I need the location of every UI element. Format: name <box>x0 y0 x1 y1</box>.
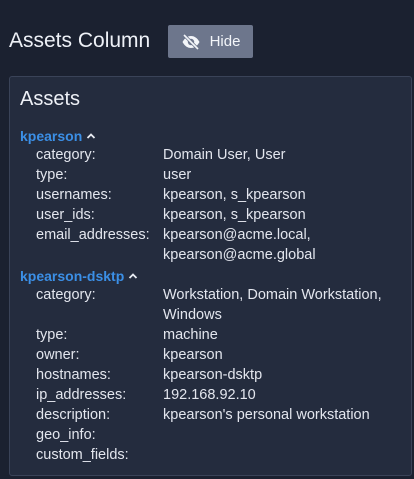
eye-slash-icon <box>181 33 201 50</box>
field-key: custom_fields: <box>36 447 129 463</box>
field-row-type: type: user <box>20 165 191 185</box>
field-row-type: type: machine <box>20 325 218 345</box>
field-key: usernames: <box>36 187 112 203</box>
field-value: user <box>163 167 192 183</box>
asset-kpearson: kpearson category: Domain User, User typ… <box>20 127 316 265</box>
field-row-hostnames: hostnames: kpearson-dsktp <box>20 365 262 385</box>
panel-title: Assets <box>20 88 81 110</box>
section-title: Assets Column <box>9 29 151 52</box>
field-value-line: kpearson@acme.global <box>163 247 316 263</box>
asset-kpearson-dsktp: kpearson-dsktp category: Workstation, Do… <box>20 267 382 465</box>
field-key: category: <box>36 147 96 163</box>
assets-panel: Assets kpearson category: Domain User, U… <box>9 76 412 476</box>
hide-button[interactable]: Hide <box>168 25 253 58</box>
field-key: type: <box>36 327 68 343</box>
field-value: Workstation, Domain Workstation, Windows <box>163 285 382 325</box>
asset-name-link[interactable]: kpearson-dsktp <box>20 268 124 284</box>
field-row-category: category: Domain User, User <box>20 145 285 165</box>
field-key: hostnames: <box>36 367 111 383</box>
field-value-line: Workstation, Domain Workstation, <box>163 287 382 303</box>
field-value: 192.168.92.10 <box>163 387 256 403</box>
field-row-geo-info: geo_info: <box>20 425 138 445</box>
field-key: user_ids: <box>36 207 95 223</box>
chevron-up-icon[interactable] <box>86 132 96 140</box>
field-row-usernames: usernames: kpearson, s_kpearson <box>20 185 306 205</box>
field-key: owner: <box>36 347 80 363</box>
assets-column-header: Assets Column Hide <box>0 0 414 80</box>
field-value: kpearson, s_kpearson <box>163 207 306 223</box>
field-row-custom-fields: custom_fields: <box>20 445 138 465</box>
field-row-description: description: kpearson's personal worksta… <box>20 405 370 425</box>
field-value: kpearson-dsktp <box>163 367 263 383</box>
field-value: kpearson, s_kpearson <box>163 187 306 203</box>
field-key: email_addresses: <box>36 227 150 243</box>
field-row-email-addresses: email_addresses: kpearson@acme.local, kp… <box>20 225 316 265</box>
asset-name-link[interactable]: kpearson <box>20 128 82 144</box>
field-key: type: <box>36 167 68 183</box>
field-row-user-ids: user_ids: kpearson, s_kpearson <box>20 205 306 225</box>
asset-header[interactable]: kpearson <box>20 127 96 145</box>
field-value: kpearson's personal workstation <box>163 407 370 423</box>
field-value: kpearson@acme.local, kpearson@acme.globa… <box>163 225 316 265</box>
field-key: description: <box>36 407 111 423</box>
chevron-up-icon[interactable] <box>128 272 138 280</box>
field-row-owner: owner: kpearson <box>20 345 223 365</box>
field-key: geo_info: <box>36 427 96 443</box>
field-value: machine <box>163 327 218 343</box>
field-key: ip_addresses: <box>36 387 127 403</box>
field-value: Domain User, User <box>163 147 286 163</box>
field-value-line: kpearson@acme.local, <box>163 227 311 243</box>
field-row-category: category: Workstation, Domain Workstatio… <box>20 285 382 325</box>
field-row-ip-addresses: ip_addresses: 192.168.92.10 <box>20 385 256 405</box>
field-value-line: Windows <box>163 307 222 323</box>
field-value: kpearson <box>163 347 223 363</box>
field-key: category: <box>36 287 96 303</box>
hide-button-label: Hide <box>209 33 241 50</box>
asset-header[interactable]: kpearson-dsktp <box>20 267 138 285</box>
